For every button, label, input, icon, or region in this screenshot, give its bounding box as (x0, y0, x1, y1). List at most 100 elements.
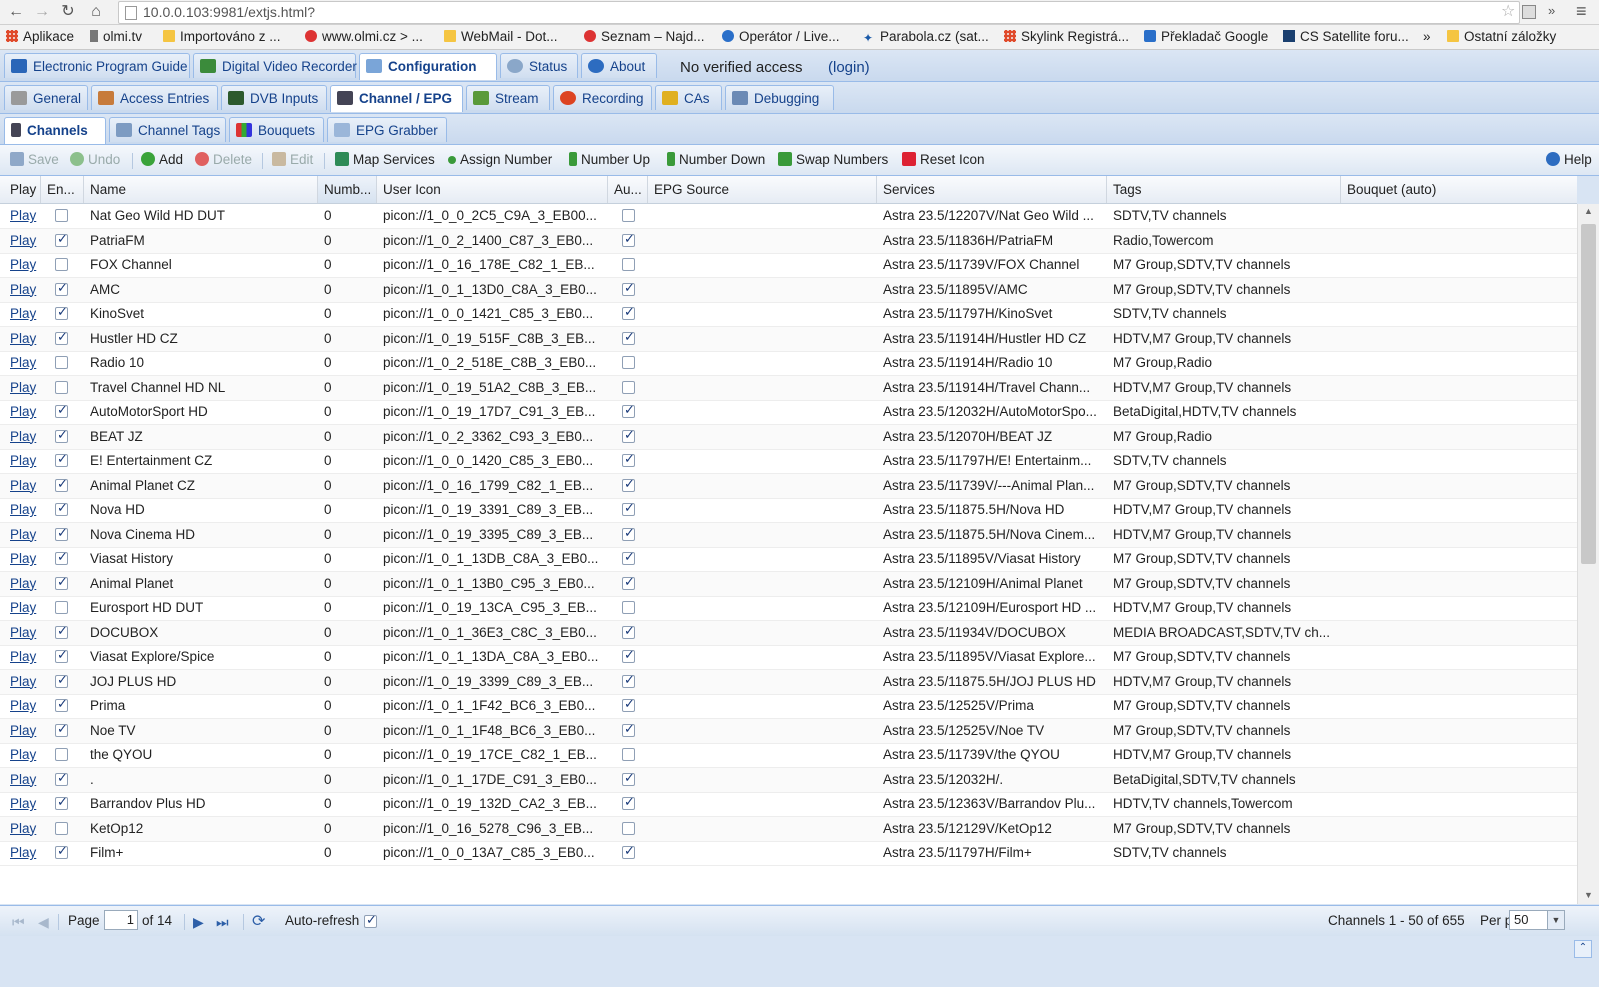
channel-number[interactable]: 0 (318, 596, 377, 620)
bouquet-value[interactable] (1341, 572, 1577, 596)
auto-checkbox[interactable] (622, 451, 635, 467)
channel-name[interactable]: JOJ PLUS HD (84, 670, 318, 694)
channel-number[interactable]: 0 (318, 376, 377, 400)
play-link[interactable]: Play (10, 233, 36, 248)
enabled-checkbox[interactable] (55, 549, 68, 565)
table-row[interactable]: Play DOCUBOX0picon://1_0_1_36E3_C8C_3_EB0… (0, 620, 1577, 646)
epg-source-value[interactable] (648, 547, 877, 571)
table-row[interactable]: Play Prima0picon://1_0_1_1F42_BC6_3_EB0..… (0, 694, 1577, 719)
forward-arrow-icon[interactable]: → (32, 2, 52, 22)
swap-numbers-button[interactable]: Swap Numbers (778, 152, 888, 167)
user-icon-value[interactable]: picon://1_0_1_13DA_C8A_3_EB0... (377, 645, 608, 669)
auto-refresh-checkbox[interactable] (364, 912, 377, 928)
tab-channel-tags[interactable]: Channel Tags (109, 117, 226, 142)
channel-name[interactable]: Nova HD (84, 498, 318, 522)
tags-value[interactable]: M7 Group,SDTV,TV channels (1107, 474, 1341, 498)
play-link[interactable]: Play (10, 282, 36, 297)
reload-icon[interactable]: ↻ (58, 2, 78, 22)
tags-value[interactable]: SDTV,TV channels (1107, 841, 1341, 865)
col-bouquet[interactable]: Bouquet (auto) (1341, 176, 1577, 203)
channel-name[interactable]: DOCUBOX (84, 621, 318, 645)
user-icon-value[interactable]: picon://1_0_16_178E_C82_1_EB... (377, 253, 608, 277)
channel-name[interactable]: Viasat Explore/Spice (84, 645, 318, 669)
table-row[interactable]: Play Radio 10 0 picon://1_0_2_518E_C8B_3_EB… (0, 351, 1577, 376)
user-icon-value[interactable]: picon://1_0_1_13DB_C8A_3_EB0... (377, 547, 608, 571)
channel-number[interactable]: 0 (318, 645, 377, 669)
auto-checkbox[interactable] (622, 821, 635, 835)
auto-checkbox[interactable] (622, 721, 635, 737)
enabled-checkbox[interactable] (55, 304, 68, 320)
play-link[interactable]: Play (10, 674, 36, 689)
user-icon-value[interactable]: picon://1_0_1_13D0_C8A_3_EB0... (377, 278, 608, 302)
tab-recording[interactable]: Recording (553, 85, 652, 110)
epg-source-value[interactable] (648, 229, 877, 253)
channel-name[interactable]: E! Entertainment CZ (84, 449, 318, 473)
services-value[interactable]: Astra 23.5/11739V/the QYOU (877, 743, 1107, 767)
enabled-checkbox[interactable] (55, 231, 68, 247)
channel-number[interactable]: 0 (318, 474, 377, 498)
bouquet-value[interactable] (1341, 449, 1577, 473)
channel-name[interactable]: AutoMotorSport HD (84, 400, 318, 424)
tags-value[interactable]: M7 Group,SDTV,TV channels (1107, 719, 1341, 743)
epg-source-value[interactable] (648, 498, 877, 522)
bouquet-value[interactable] (1341, 253, 1577, 277)
bookmark-olmi-tv[interactable]: olmi.tv (90, 29, 142, 44)
bouquet-value[interactable] (1341, 498, 1577, 522)
col-epg-source[interactable]: EPG Source (648, 176, 877, 203)
services-value[interactable]: Astra 23.5/11739V/---Animal Plan... (877, 474, 1107, 498)
tab-stream[interactable]: Stream (466, 85, 550, 110)
bouquet-value[interactable] (1341, 670, 1577, 694)
auto-checkbox[interactable] (622, 574, 635, 590)
bouquet-value[interactable] (1341, 523, 1577, 547)
channel-number[interactable]: 0 (318, 327, 377, 351)
tags-value[interactable]: HDTV,M7 Group,TV channels (1107, 376, 1341, 400)
table-row[interactable]: Play BEAT JZ0picon://1_0_2_3362_C93_3_EB0… (0, 424, 1577, 450)
col-auto[interactable]: Au... (608, 176, 648, 203)
epg-source-value[interactable] (648, 768, 877, 792)
user-icon-value[interactable]: picon://1_0_19_3391_C89_3_EB... (377, 498, 608, 522)
tab-general[interactable]: General (4, 85, 88, 110)
user-icon-value[interactable]: picon://1_0_19_515F_C8B_3_EB... (377, 327, 608, 351)
channel-name[interactable]: AMC (84, 278, 318, 302)
play-link[interactable]: Play (10, 551, 36, 566)
play-link[interactable]: Play (10, 747, 36, 762)
tab-cas[interactable]: CAs (655, 85, 722, 110)
bouquet-value[interactable] (1341, 694, 1577, 718)
channel-number[interactable]: 0 (318, 425, 377, 449)
channel-number[interactable]: 0 (318, 253, 377, 277)
enabled-checkbox[interactable] (55, 721, 68, 737)
channel-name[interactable]: Film+ (84, 841, 318, 865)
tags-value[interactable]: SDTV,TV channels (1107, 302, 1341, 326)
address-bar[interactable]: 10.0.0.103:9981/extjs.html? (118, 1, 1520, 24)
services-value[interactable]: Astra 23.5/11914H/Travel Chann... (877, 376, 1107, 400)
auto-checkbox[interactable] (622, 549, 635, 565)
tags-value[interactable]: M7 Group,SDTV,TV channels (1107, 278, 1341, 302)
enabled-checkbox[interactable] (55, 356, 68, 369)
grid-scrollbar[interactable]: ▲ ▼ (1577, 204, 1599, 904)
user-icon-value[interactable]: picon://1_0_2_518E_C8B_3_EB0... (377, 351, 608, 375)
col-number[interactable]: Numb... (318, 176, 377, 203)
services-value[interactable]: Astra 23.5/11797H/Film+ (877, 841, 1107, 865)
channel-number[interactable]: 0 (318, 278, 377, 302)
epg-source-value[interactable] (648, 253, 877, 277)
user-icon-value[interactable]: picon://1_0_0_2C5_C9A_3_EB00... (377, 204, 608, 228)
channel-name[interactable]: the QYOU (84, 743, 318, 767)
table-row[interactable]: Play Film+0picon://1_0_0_13A7_C85_3_EB0..… (0, 841, 1577, 866)
services-value[interactable]: Astra 23.5/12109H/Eurosport HD ... (877, 596, 1107, 620)
auto-checkbox[interactable] (622, 601, 635, 614)
bouquet-value[interactable] (1341, 621, 1577, 645)
channel-number[interactable]: 0 (318, 523, 377, 547)
channel-number[interactable]: 0 (318, 792, 377, 816)
channel-number[interactable]: 0 (318, 547, 377, 571)
epg-source-value[interactable] (648, 817, 877, 841)
epg-source-value[interactable] (648, 474, 877, 498)
reset-icon-button[interactable]: Reset Icon (902, 152, 985, 167)
channel-number[interactable]: 0 (318, 498, 377, 522)
channel-number[interactable]: 0 (318, 302, 377, 326)
auto-checkbox[interactable] (622, 770, 635, 786)
bouquet-value[interactable] (1341, 841, 1577, 865)
tab-dvr[interactable]: Digital Video Recorder (193, 53, 357, 78)
save-button[interactable]: Save (10, 152, 59, 167)
channel-name[interactable]: Travel Channel HD NL (84, 376, 318, 400)
enabled-checkbox[interactable] (55, 258, 68, 271)
